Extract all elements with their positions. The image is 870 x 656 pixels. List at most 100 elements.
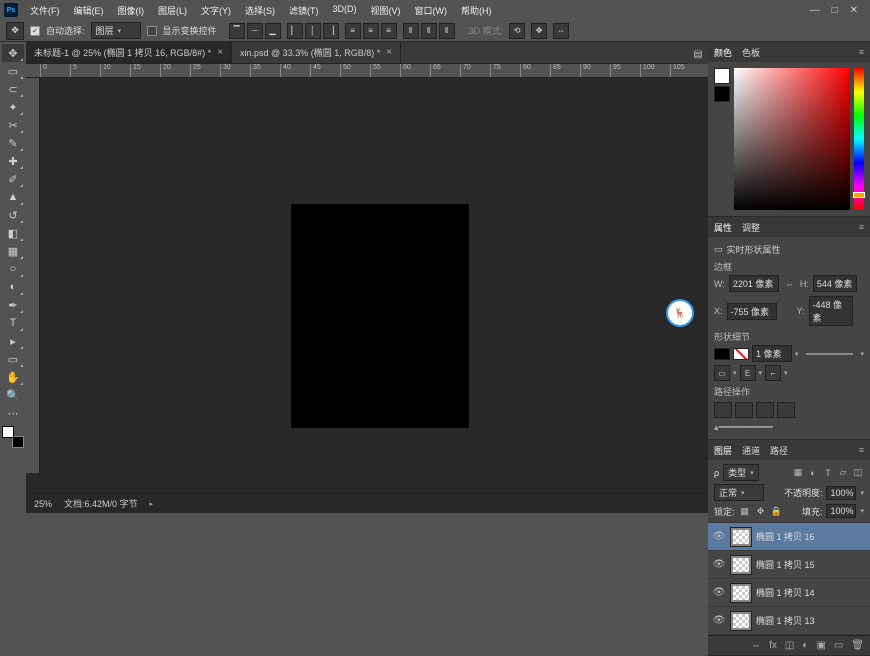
opacity-input[interactable]: 100% (826, 486, 856, 500)
hand-tool[interactable]: ✋ (2, 368, 24, 386)
maximize-button[interactable]: □ (832, 5, 838, 16)
delete-layer-icon[interactable]: 🗑 (851, 640, 864, 651)
path-exclude-icon[interactable] (777, 402, 795, 418)
layer-mask-icon[interactable]: ◫ (785, 640, 794, 651)
stroke-caps-icon[interactable]: E (740, 365, 756, 381)
color-swatch-tool[interactable] (2, 426, 24, 448)
blend-mode-dropdown[interactable]: 正常▾ (714, 484, 764, 501)
history-brush-tool[interactable]: ↺ (2, 206, 24, 224)
foreground-color[interactable] (2, 426, 14, 438)
y-input[interactable]: -448 像素 (809, 296, 853, 326)
swatches-tab[interactable]: 色板 (742, 46, 760, 59)
type-tool[interactable]: T (2, 314, 24, 332)
layer-name[interactable]: 椭圆 1 拷贝 15 (756, 558, 866, 571)
edit-toolbar[interactable]: ⋯ (2, 404, 24, 422)
link-layers-icon[interactable]: ⇔ (751, 640, 761, 651)
fill-input[interactable]: 100% (826, 504, 856, 518)
stamp-tool[interactable]: ▲ (2, 188, 24, 206)
distribute-h-icon[interactable]: ‖ (403, 23, 419, 39)
eyedropper-tool[interactable]: ✎ (2, 134, 24, 152)
visibility-icon[interactable]: 👁 (712, 587, 726, 598)
lasso-tool[interactable]: ⊂ (2, 80, 24, 98)
autoselect-checkbox[interactable]: ✓ (30, 26, 40, 36)
3d-pan-icon[interactable]: ✥ (531, 23, 547, 39)
panel-menu-icon[interactable]: ≡ (859, 222, 864, 232)
showcontrols-checkbox[interactable] (147, 26, 157, 36)
crop-tool[interactable]: ✂ (2, 116, 24, 134)
visibility-icon[interactable]: 👁 (712, 531, 726, 542)
shape-tool[interactable]: ▭ (2, 350, 24, 368)
bg-color-swatch[interactable] (714, 86, 730, 102)
properties-tab[interactable]: 属性 (714, 221, 732, 234)
menu-select[interactable]: 选择(S) (239, 2, 281, 19)
document-tab-1[interactable]: 未标题-1 @ 25% (椭圆 1 拷贝 16, RGB/8#) * × (26, 42, 232, 63)
canvas-area[interactable]: 0510152025303540455055606570758085909510… (26, 64, 708, 493)
color-tab[interactable]: 颜色 (714, 46, 732, 59)
path-combine-icon[interactable] (714, 402, 732, 418)
gradient-tool[interactable]: ▦ (2, 242, 24, 260)
move-tool[interactable]: ✥ (2, 44, 24, 62)
adjustment-layer-icon[interactable]: ◐ (802, 640, 808, 651)
status-menu-icon[interactable]: ▸ (150, 500, 154, 508)
history-panel-icon[interactable]: ▤ (690, 46, 706, 62)
autoselect-dropdown[interactable]: 图层▾ (91, 22, 141, 39)
menu-window[interactable]: 窗口(W) (409, 2, 454, 19)
layer-name[interactable]: 椭圆 1 拷贝 14 (756, 586, 866, 599)
color-field[interactable] (734, 68, 850, 210)
stroke-align-icon[interactable]: ▭ (714, 365, 730, 381)
layer-name[interactable]: 椭圆 1 拷贝 13 (756, 614, 866, 627)
align-right-icon[interactable]: ▕ (323, 23, 339, 39)
3d-orbit-icon[interactable]: ⟲ (509, 23, 525, 39)
layer-thumbnail[interactable] (730, 555, 752, 575)
visibility-icon[interactable]: 👁 (712, 559, 726, 570)
menu-help[interactable]: 帮助(H) (455, 2, 498, 19)
collapse-toggle-icon[interactable]: ▴━━━━━━━━━━ (714, 422, 864, 433)
stroke-swatch[interactable] (733, 348, 749, 360)
filter-shape-icon[interactable]: ▱ (837, 467, 849, 479)
layer-thumbnail[interactable] (730, 611, 752, 631)
align-top-icon[interactable]: ▔ (229, 23, 245, 39)
layer-item[interactable]: 👁 椭圆 1 拷贝 13 (708, 607, 870, 635)
close-button[interactable]: ✕ (850, 5, 858, 16)
lock-position-icon[interactable]: ✥ (755, 505, 767, 517)
dodge-tool[interactable]: ◐ (2, 278, 24, 296)
layers-tab[interactable]: 图层 (714, 444, 732, 457)
layer-thumbnail[interactable] (730, 527, 752, 547)
lock-pixels-icon[interactable]: ▦ (739, 505, 751, 517)
filter-kind-dropdown[interactable]: 类型▾ (723, 464, 759, 481)
stroke-width-input[interactable]: 1 像素 (752, 345, 792, 362)
layer-name[interactable]: 椭圆 1 拷贝 16 (756, 530, 866, 543)
menu-edit[interactable]: 编辑(E) (68, 2, 110, 19)
hue-slider[interactable] (854, 68, 864, 210)
lock-all-icon[interactable]: 🔒 (771, 505, 783, 517)
panel-menu-icon[interactable]: ≡ (859, 445, 864, 455)
adjustments-tab[interactable]: 调整 (742, 221, 760, 234)
zoom-tool[interactable]: 🔍 (2, 386, 24, 404)
layer-fx-icon[interactable]: fx (769, 640, 777, 651)
new-layer-icon[interactable]: ▭ (834, 640, 843, 651)
brush-tool[interactable]: ✐ (2, 170, 24, 188)
stroke-type-dropdown[interactable] (806, 353, 854, 355)
document-tab-2[interactable]: xin.psd @ 33.3% (椭圆 1, RGB/8) * × (232, 42, 401, 63)
x-input[interactable]: -755 像素 (727, 303, 777, 320)
menu-file[interactable]: 文件(F) (24, 2, 66, 19)
menu-filter[interactable]: 滤镜(T) (283, 2, 325, 19)
path-intersect-icon[interactable] (756, 402, 774, 418)
path-subtract-icon[interactable] (735, 402, 753, 418)
menu-layer[interactable]: 图层(L) (152, 2, 193, 19)
menu-3d[interactable]: 3D(D) (327, 2, 363, 19)
distribute-icon[interactable]: ≡ (363, 23, 379, 39)
close-tab-icon[interactable]: × (386, 47, 392, 58)
magic-wand-tool[interactable]: ✦ (2, 98, 24, 116)
channels-tab[interactable]: 通道 (742, 444, 760, 457)
link-wh-icon[interactable]: ⇔ (783, 279, 796, 289)
healing-tool[interactable]: ✚ (2, 152, 24, 170)
fg-color-swatch[interactable] (714, 68, 730, 84)
layer-item[interactable]: 👁 椭圆 1 拷贝 14 (708, 579, 870, 607)
canvas[interactable] (291, 204, 469, 428)
minimize-button[interactable]: ― (810, 5, 820, 16)
move-tool-preset-icon[interactable]: ✥ (6, 22, 24, 40)
menu-image[interactable]: 图像(I) (112, 2, 151, 19)
width-input[interactable]: 2201 像素 (729, 275, 779, 292)
menu-view[interactable]: 视图(V) (365, 2, 407, 19)
